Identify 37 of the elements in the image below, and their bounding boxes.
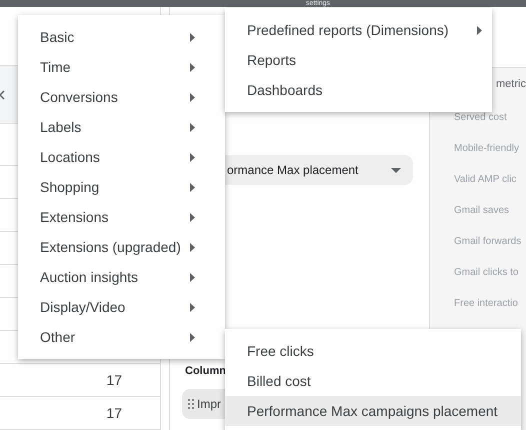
menu-item[interactable]: Labels [18, 112, 225, 142]
panel-header: metric [495, 77, 526, 92]
table-cell-text: 17 [106, 404, 122, 422]
menu-item[interactable]: Basic [18, 22, 225, 52]
menu-item[interactable]: Time [18, 52, 225, 82]
menu-item[interactable]: Billed cost [225, 366, 521, 396]
column-chip[interactable]: Impr [182, 388, 226, 418]
menu-item[interactable]: Predefined reports (Dimensions) [225, 15, 492, 45]
menu-item[interactable]: Auction insights [18, 262, 225, 292]
submenu-arrow-icon [477, 26, 482, 34]
submenu-arrow-icon [190, 302, 195, 312]
submenu-arrow-icon [190, 212, 195, 222]
table-cell-text: 17 [106, 370, 122, 390]
submenu-arrow-icon [190, 92, 195, 102]
submenu-arrow-icon [190, 332, 195, 342]
dropdown-arrow-icon [391, 168, 401, 172]
section-label: Column [185, 364, 227, 379]
menu-item[interactable]: Performance Max campaigns placement [225, 396, 521, 426]
submenu-arrow-icon [190, 182, 195, 192]
submenu-arrow-icon [190, 62, 195, 72]
submenu-arrow-icon [190, 152, 195, 162]
submenu-arrow-icon [190, 122, 195, 132]
dimension-dropdown[interactable]: ormance Max placement [225, 155, 413, 185]
submenu-arrow-icon [190, 32, 195, 42]
menu-item[interactable]: Shopping [18, 172, 225, 202]
menu-item[interactable]: Reports [225, 45, 492, 75]
menu-item[interactable]: Conversions [18, 82, 225, 112]
menu-item[interactable]: Dashboards [225, 75, 492, 105]
menu-item[interactable]: Locations [18, 142, 225, 172]
drag-handle-icon [188, 398, 194, 408]
menu-item[interactable]: Extensions (upgraded) [18, 232, 225, 262]
menu-item[interactable]: Free clicks [225, 336, 521, 366]
menu-item[interactable]: Extensions [18, 202, 225, 232]
menu-item[interactable]: Display/Video [18, 292, 225, 322]
submenu-arrow-icon [190, 272, 195, 282]
submenu-arrow-icon [190, 242, 195, 252]
menu-item[interactable]: Other [18, 322, 225, 352]
